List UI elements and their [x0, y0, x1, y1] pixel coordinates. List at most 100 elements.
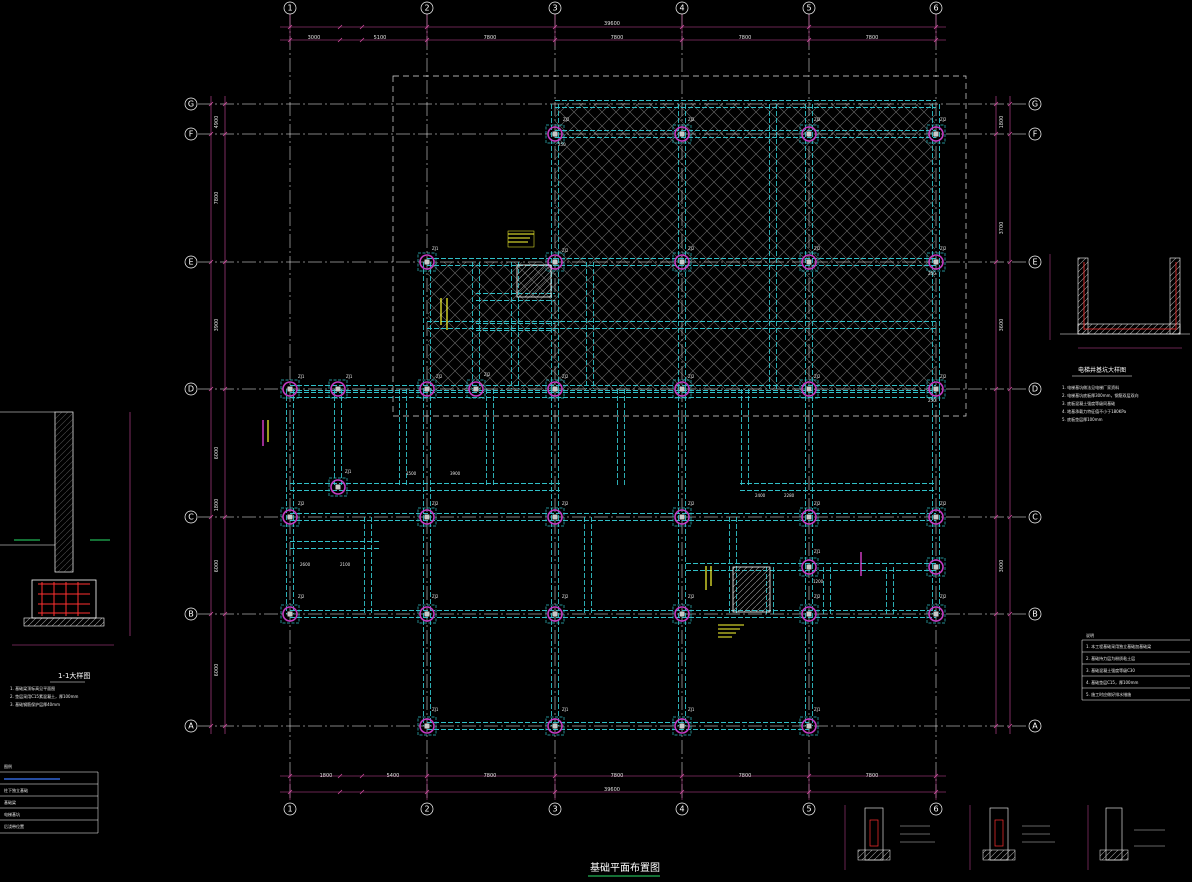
footing-label: ZJ1 [562, 707, 569, 712]
column-stub [933, 131, 939, 137]
segment-label: 2100 [340, 562, 351, 567]
footing-label: ZJ2 [562, 374, 569, 379]
column-stub [806, 611, 812, 617]
footing-label: ZJ2 [562, 501, 569, 506]
footing-label: ZJ2 [298, 594, 305, 599]
dim-left-span-5: 1800 [214, 499, 220, 512]
drawing-canvas: 1 1 2 2 3 3 4 4 5 5 6 6 G G F F E E D D C C B B A A 39600 3000 51… [0, 0, 1192, 882]
footing-label: ZJ2 [432, 501, 439, 506]
footing-label: ZJ1 [688, 707, 695, 712]
column-stub [806, 131, 812, 137]
footing-label: ZJ1 [346, 374, 353, 379]
column-stub [424, 259, 430, 265]
pit-note-4: 4. 地基承载力特征值不小于180KPa [1062, 408, 1127, 414]
grid-bubble-left-label: G [188, 100, 194, 109]
pit-note-5: 5. 底板垫层厚100mm [1062, 416, 1103, 422]
dim-right-span-4: 3000 [999, 560, 1005, 573]
footing-label: ZJ2 [562, 594, 569, 599]
segment-label: 250 [928, 271, 936, 276]
dim-top-span-4: 7800 [611, 35, 624, 41]
grid-bubble-right-label: D [1032, 385, 1038, 394]
section-note-1: 1. 基础梁顶标高见平面图 [10, 685, 55, 691]
column-stub [552, 723, 558, 729]
grid-bubble-top-label: 6 [933, 4, 938, 13]
footing-label: ZJ2 [688, 117, 695, 122]
dim-top-span-2: 5100 [374, 35, 387, 41]
footing-label: ZJ2 [436, 374, 443, 379]
column-stub [287, 386, 293, 392]
column-stub [806, 564, 812, 570]
legend-row-5: 后浇带位置 [4, 823, 24, 829]
column-stub [424, 723, 430, 729]
footing-label: ZJ2 [940, 594, 947, 599]
column-stub [806, 723, 812, 729]
grid-bubble-right-label: A [1032, 722, 1038, 731]
dim-left-span-1: 4900 [214, 116, 220, 129]
column-stub [287, 514, 293, 520]
column-stub [552, 131, 558, 137]
segment-label: 1200 [813, 579, 824, 584]
dim-left-span-7: 6000 [214, 664, 220, 677]
column-stub [806, 259, 812, 265]
dim-right-span-3: 3600 [999, 319, 1005, 332]
pit-title: 电梯井基坑大样图 [1078, 366, 1126, 374]
column-stub [933, 564, 939, 570]
grid-bubble-left-label: B [188, 610, 194, 619]
dim-bottom-span-3: 7800 [484, 773, 497, 779]
segment-label: 2280 [784, 493, 795, 498]
dim-right-span-1: 1800 [999, 116, 1005, 129]
column-stub [552, 514, 558, 520]
grid-bubble-right-label: C [1032, 513, 1038, 522]
dim-bottom-span-6: 7800 [866, 773, 879, 779]
notes-table-row-4: 3. 基础混凝土强度等级C30 [1086, 667, 1135, 673]
footing-label: ZJ2 [298, 501, 305, 506]
grid-bubble-left-label: C [188, 513, 194, 522]
column-stub [806, 514, 812, 520]
footing-label: ZJ2 [940, 501, 947, 506]
footing-label: ZJ1 [432, 707, 439, 712]
grid-bubble-left-label: A [188, 722, 194, 731]
dim-bottom-total: 39600 [604, 787, 620, 793]
section-note-3: 3. 基础钢筋保护层厚40mm [10, 701, 60, 707]
footing-label: ZJ2 [688, 246, 695, 251]
grid-bubble-top-label: 3 [552, 4, 557, 13]
segment-label: 3900 [450, 471, 461, 476]
dim-bottom-span-4: 7800 [611, 773, 624, 779]
footing-label: ZJ2 [814, 594, 821, 599]
footing-label: ZJ1 [298, 374, 305, 379]
elevator-pit-upper [516, 264, 552, 298]
dim-bottom-span-5: 7800 [739, 773, 752, 779]
grid-bubble-left-label: E [188, 258, 193, 267]
column-stub [679, 723, 685, 729]
footing-label: ZJ1 [814, 549, 821, 554]
notes-table-row-1: 说明 [1086, 632, 1094, 638]
column-stub [679, 131, 685, 137]
grid-bubble-bottom-label: 4 [679, 805, 684, 814]
segment-label: 250 [558, 142, 566, 147]
dim-left-span-2: 7800 [214, 192, 220, 205]
legend-row-3: 基础梁 [4, 799, 16, 805]
grid-bubble-left-label: D [188, 385, 194, 394]
notes-table-row-3: 2. 基础持力层为粉质粘土层 [1086, 655, 1135, 661]
grid-bubble-top-label: 4 [679, 4, 684, 13]
grid-bubble-bottom-label: 5 [806, 805, 811, 814]
dim-top-total: 39600 [604, 21, 620, 27]
dim-bottom-span-2: 5400 [387, 773, 400, 779]
footing-label: ZJ2 [940, 374, 947, 379]
grid-bubble-top-label: 2 [424, 4, 429, 13]
footing-label: ZJ2 [940, 117, 947, 122]
footing-label: ZJ2 [940, 246, 947, 251]
column-stub [552, 386, 558, 392]
column-stub [552, 611, 558, 617]
section-note-2: 2. 垫层采用C15素混凝土，厚100mm [10, 693, 79, 699]
grid-bubble-right-label: B [1032, 610, 1038, 619]
column-stub [424, 514, 430, 520]
grid-bubble-top-label: 1 [287, 4, 292, 13]
pit-note-1: 1. 电梯基坑做法见电梯厂家资料 [1062, 384, 1119, 390]
column-stub [424, 611, 430, 617]
column-stub [933, 386, 939, 392]
grid-bubble-bottom-label: 6 [933, 805, 938, 814]
grid-bubble-right-label: G [1032, 100, 1038, 109]
footing-label: ZJ2 [814, 374, 821, 379]
column-stub [933, 611, 939, 617]
